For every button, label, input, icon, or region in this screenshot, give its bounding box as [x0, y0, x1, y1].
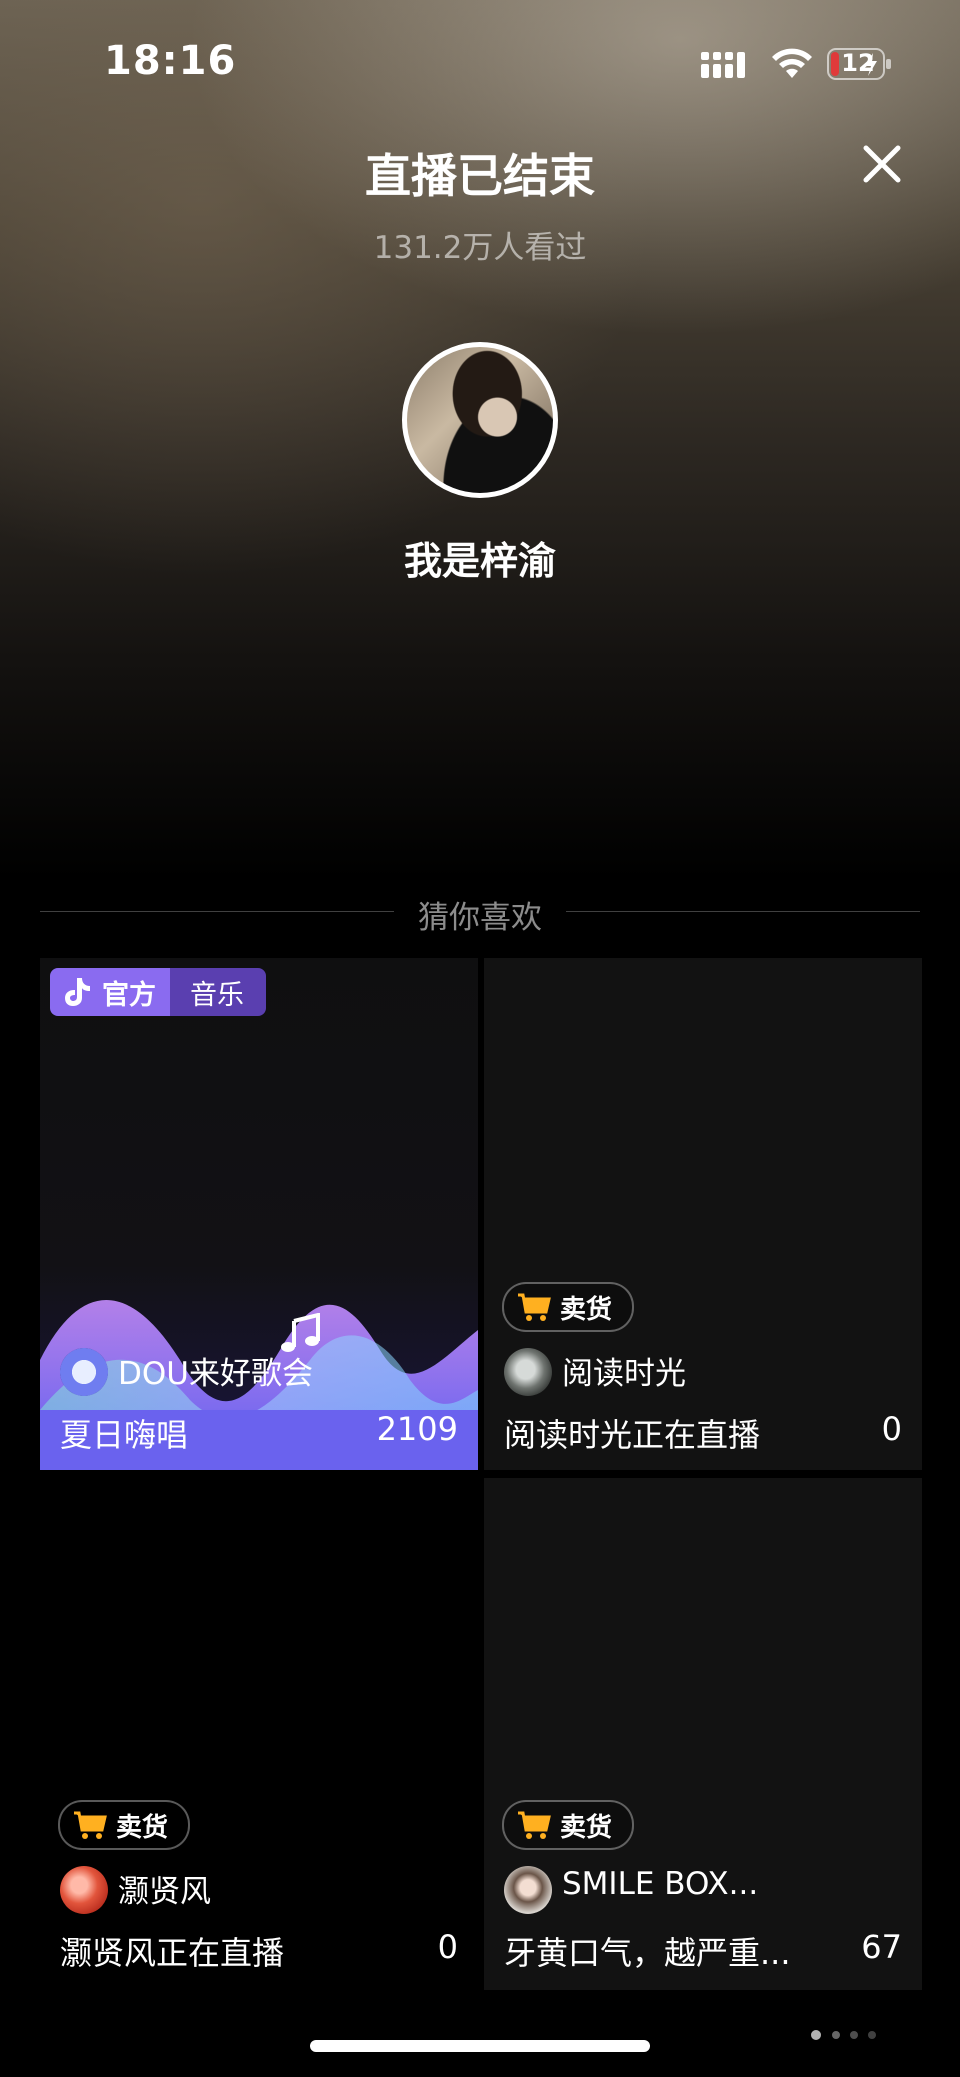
- author-avatar: [504, 1348, 552, 1396]
- card-title: 牙黄口气，越严重...: [504, 1934, 791, 1972]
- wifi-icon: [772, 48, 812, 78]
- tiktok-icon: [65, 978, 90, 1006]
- signal-icon: [701, 52, 745, 78]
- host-name[interactable]: 我是梓渝: [0, 530, 960, 585]
- page-title: 直播已结束: [365, 149, 595, 203]
- card-author: DOU来好歌会: [118, 1356, 313, 1392]
- close-icon[interactable]: [858, 140, 906, 188]
- sell-label: 卖货: [560, 1294, 613, 1325]
- cart-icon: [518, 1811, 551, 1839]
- card-title: 阅读时光正在直播: [504, 1416, 761, 1454]
- live-ended-screen: 18:16 12 直播已结束 131.2万人看过 我是梓渝 猜你喜欢 官方 音乐…: [0, 0, 960, 2077]
- sell-label: 卖货: [560, 1812, 613, 1843]
- sell-badge: 卖货: [502, 1800, 635, 1850]
- watermark-dots: [811, 2030, 876, 2040]
- home-indicator[interactable]: [310, 2040, 650, 2052]
- sell-badge: 卖货: [502, 1282, 635, 1332]
- live-card[interactable]: 卖货 SMILE BOX... 牙黄口气，越严重... 67: [484, 1478, 922, 1990]
- live-card[interactable]: 卖货 阅读时光 阅读时光正在直播 0: [484, 958, 922, 1470]
- official-label: 官方: [102, 979, 156, 1011]
- host-avatar[interactable]: [402, 342, 558, 498]
- viewer-count-card: 0: [881, 1410, 902, 1448]
- cart-icon: [74, 1811, 107, 1839]
- author-avatar: [504, 1866, 552, 1914]
- sell-badge: 卖货: [58, 1800, 191, 1850]
- author-avatar: [60, 1348, 108, 1396]
- viewer-count-card: 67: [861, 1928, 902, 1966]
- viewer-count-card: 0: [437, 1928, 458, 1966]
- divider-line-right: [566, 911, 920, 912]
- live-card[interactable]: 卖货 灏贤风 灏贤风正在直播 0: [40, 1478, 478, 1990]
- official-badge: 官方 音乐: [50, 968, 266, 1016]
- author-avatar: [60, 1866, 108, 1914]
- divider-line-left: [40, 911, 394, 912]
- category-label: 音乐: [190, 979, 244, 1011]
- battery-level: 12: [841, 49, 875, 77]
- cart-icon: [518, 1293, 551, 1321]
- viewer-count-card: 2109: [376, 1410, 458, 1448]
- section-title: 猜你喜欢: [418, 900, 542, 936]
- live-card[interactable]: 官方 音乐 DOU来好歌会 夏日嗨唱 2109: [40, 958, 478, 1470]
- viewer-count: 131.2万人看过: [373, 230, 587, 266]
- card-author: 灏贤风: [118, 1874, 211, 1910]
- sell-label: 卖货: [116, 1812, 169, 1843]
- card-author: 阅读时光: [562, 1356, 686, 1392]
- status-time: 18:16: [104, 38, 237, 84]
- card-author: SMILE BOX...: [562, 1866, 759, 1902]
- card-title: 灏贤风正在直播: [60, 1934, 285, 1972]
- card-title: 夏日嗨唱: [60, 1416, 189, 1454]
